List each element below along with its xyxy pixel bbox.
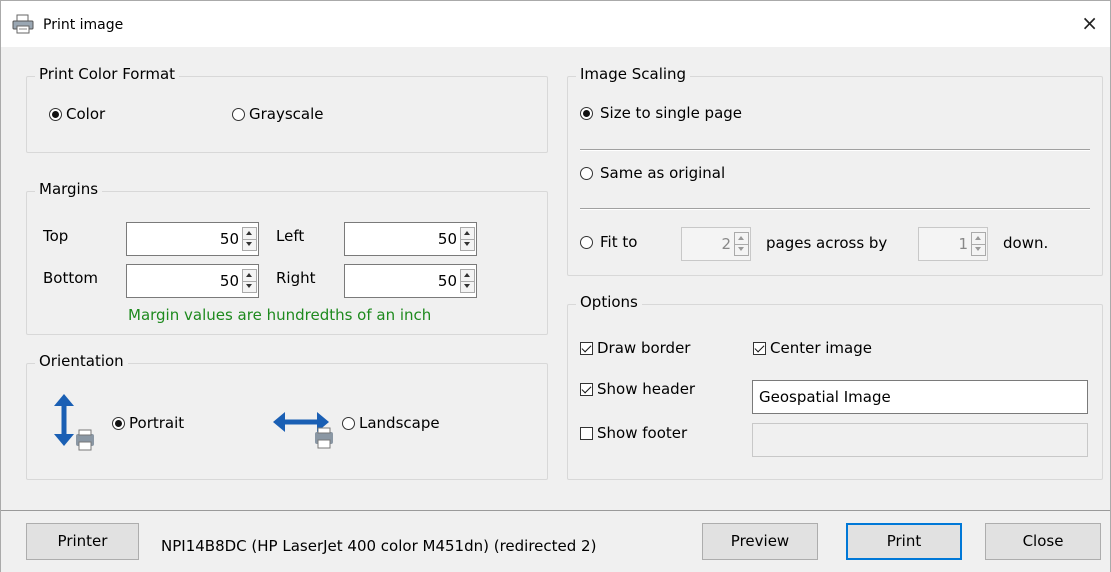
center-image-label: Center image xyxy=(770,339,872,357)
pages-across-spinner[interactable]: 2 xyxy=(681,227,751,261)
title-bar: Print image × xyxy=(1,1,1110,47)
bottom-label: Bottom xyxy=(43,269,99,287)
image-scaling-legend: Image Scaling xyxy=(576,65,691,83)
right-margin-value: 50 xyxy=(437,272,457,290)
grayscale-radio[interactable]: Grayscale xyxy=(232,105,324,123)
print-button[interactable]: Print xyxy=(846,523,962,560)
printer-name: NPI14B8DC (HP LaserJet 400 color M451dn)… xyxy=(161,537,597,555)
options-legend: Options xyxy=(576,293,642,311)
top-label: Top xyxy=(43,227,69,245)
margin-hint: Margin values are hundredths of an inch xyxy=(128,306,432,324)
preview-button[interactable]: Preview xyxy=(702,523,818,560)
right-margin-spinner[interactable]: 50 xyxy=(344,264,477,298)
portrait-radio-label: Portrait xyxy=(129,414,185,432)
show-footer-box[interactable] xyxy=(580,426,593,440)
pages-down-value: 1 xyxy=(958,235,968,253)
pages-down-spinner[interactable]: 1 xyxy=(918,227,988,261)
show-header-checkbox[interactable]: Show header xyxy=(580,380,695,398)
printer-icon xyxy=(12,14,34,34)
same-as-original-dot[interactable] xyxy=(580,166,593,180)
draw-border-box[interactable] xyxy=(580,341,593,355)
spin-down-icon[interactable] xyxy=(243,281,256,292)
spin-down-icon[interactable] xyxy=(243,239,256,250)
spin-down-icon[interactable] xyxy=(461,281,474,292)
same-as-original-label: Same as original xyxy=(600,164,726,182)
spin-down-icon[interactable] xyxy=(461,239,474,250)
bottom-margin-spinner[interactable]: 50 xyxy=(126,264,259,298)
pages-down-label: down. xyxy=(1003,234,1049,252)
color-radio[interactable]: Color xyxy=(49,105,105,123)
pages-across-value: 2 xyxy=(721,235,731,253)
show-footer-label: Show footer xyxy=(597,424,688,442)
orientation-group: Orientation Portrait Landscape xyxy=(26,352,548,480)
landscape-orientation-icon xyxy=(273,412,333,449)
right-label: Right xyxy=(276,269,316,287)
landscape-radio[interactable]: Landscape xyxy=(342,414,440,432)
margins-group: Margins Top 50 Left 50 Bottom 50 Right 5… xyxy=(26,180,548,335)
header-text-input[interactable]: Geospatial Image xyxy=(752,380,1088,414)
scaling-separator xyxy=(580,149,1090,151)
scaling-separator xyxy=(580,208,1090,210)
window-title: Print image xyxy=(43,17,124,33)
center-image-box[interactable] xyxy=(753,341,766,355)
top-margin-spinner[interactable]: 50 xyxy=(126,222,259,256)
close-icon[interactable]: × xyxy=(1081,11,1098,35)
portrait-radio[interactable]: Portrait xyxy=(112,414,184,432)
image-scaling-group: Image Scaling Size to single page Same a… xyxy=(567,65,1103,276)
action-bar: Printer NPI14B8DC (HP LaserJet 400 color… xyxy=(1,510,1110,572)
center-image-checkbox[interactable]: Center image xyxy=(753,339,872,357)
landscape-radio-label: Landscape xyxy=(359,414,440,432)
left-label: Left xyxy=(276,227,305,245)
options-group: Options Draw border Center image Show he… xyxy=(567,293,1103,480)
color-radio-dot[interactable] xyxy=(49,107,62,121)
fit-to-label: Fit to xyxy=(600,233,638,251)
portrait-radio-dot[interactable] xyxy=(112,416,125,430)
show-footer-checkbox[interactable]: Show footer xyxy=(580,424,687,442)
color-format-group: Print Color Format Color Grayscale xyxy=(26,65,548,153)
footer-text-input[interactable] xyxy=(752,423,1088,457)
grayscale-radio-dot[interactable] xyxy=(232,107,245,121)
size-to-single-page-radio[interactable]: Size to single page xyxy=(580,104,742,122)
fit-to-radio[interactable]: Fit to xyxy=(580,233,637,251)
grayscale-radio-label: Grayscale xyxy=(249,105,324,123)
left-margin-value: 50 xyxy=(437,230,457,248)
portrait-orientation-icon xyxy=(54,394,94,451)
size-to-single-page-dot[interactable] xyxy=(580,106,593,120)
color-radio-label: Color xyxy=(66,105,106,123)
pages-across-label: pages across by xyxy=(766,234,888,252)
show-header-box[interactable] xyxy=(580,382,593,396)
spin-down-icon[interactable] xyxy=(972,244,985,255)
orientation-legend: Orientation xyxy=(35,352,128,370)
color-format-legend: Print Color Format xyxy=(35,65,180,83)
landscape-radio-dot[interactable] xyxy=(342,416,355,430)
bottom-margin-value: 50 xyxy=(219,272,239,290)
close-button[interactable]: Close xyxy=(985,523,1101,560)
draw-border-label: Draw border xyxy=(597,339,691,357)
print-image-dialog: Print image × Print Color Format Color G… xyxy=(0,0,1111,572)
spin-down-icon[interactable] xyxy=(735,244,748,255)
left-margin-spinner[interactable]: 50 xyxy=(344,222,477,256)
margins-legend: Margins xyxy=(35,180,103,198)
fit-to-dot[interactable] xyxy=(580,235,593,249)
draw-border-checkbox[interactable]: Draw border xyxy=(580,339,690,357)
printer-button[interactable]: Printer xyxy=(26,523,139,560)
top-margin-value: 50 xyxy=(219,230,239,248)
show-header-label: Show header xyxy=(597,380,696,398)
same-as-original-radio[interactable]: Same as original xyxy=(580,164,725,182)
size-to-single-page-label: Size to single page xyxy=(600,104,743,122)
